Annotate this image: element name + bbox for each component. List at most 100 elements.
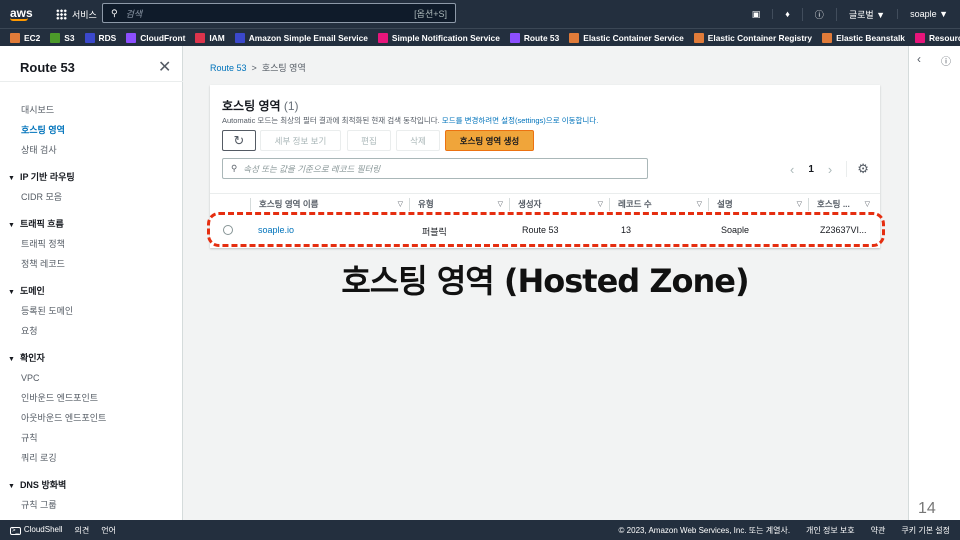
cloudshell-icon: >_: [10, 527, 21, 535]
footer: >_ CloudShell 의견 언어 © 2023, Amazon Web Serv…: [0, 520, 960, 540]
sort-icon[interactable]: ▽: [398, 198, 403, 211]
refresh-button[interactable]: ↻: [222, 130, 256, 151]
favorite-label: Amazon Simple Email Service: [248, 32, 368, 43]
sidebar-section[interactable]: DNS 방화벽: [0, 475, 183, 495]
favorite-item[interactable]: Elastic Beanstalk: [822, 32, 905, 43]
settings-link[interactable]: 모드를 변경하려면 설정(settings)으로 이동합니다.: [442, 116, 598, 125]
favorite-item[interactable]: Resource Groups & Tag Editor: [914, 32, 960, 43]
service-icon: [377, 32, 388, 43]
column-header[interactable]: 생성자 ▽: [509, 198, 609, 211]
favorite-item[interactable]: CloudFront: [126, 32, 186, 43]
highlight-outline: [207, 212, 885, 247]
service-icon: [914, 32, 925, 43]
feedback-link[interactable]: 의견: [75, 525, 90, 536]
favorite-item[interactable]: Route 53: [509, 32, 560, 43]
chevron-left-icon[interactable]: ‹: [917, 52, 921, 66]
breadcrumb-root[interactable]: Route 53: [210, 63, 247, 73]
create-hosted-zone-button[interactable]: 호스팅 영역 생성: [445, 130, 534, 151]
terms-link[interactable]: 약관: [871, 525, 886, 536]
column-header[interactable]: 유형 ▽: [409, 198, 509, 211]
breadcrumb-sep: >: [251, 63, 257, 73]
sort-icon[interactable]: ▽: [498, 198, 503, 211]
sort-icon[interactable]: ▽: [598, 198, 603, 211]
favorite-label: Elastic Container Service: [583, 32, 684, 43]
services-label: 서비스: [72, 9, 97, 20]
column-header[interactable]: 호스팅 영역 이름 ▽: [250, 198, 409, 211]
service-icon: [822, 32, 833, 43]
search-input[interactable]: ⚲ 검색 [옵션+S]: [102, 3, 456, 23]
sidebar-section[interactable]: IP 기반 라우팅: [0, 167, 183, 187]
sidebar-item[interactable]: 등록된 도메인: [0, 301, 183, 321]
close-icon[interactable]: ✕: [158, 57, 171, 77]
view-details-button[interactable]: 세부 정보 보기: [260, 130, 341, 151]
column-header[interactable]: 호스팅 ... ▽: [808, 198, 876, 211]
favorite-item[interactable]: Simple Notification Service: [377, 32, 500, 43]
filter-input[interactable]: ⚲ 속성 또는 값을 기준으로 레코드 필터링: [222, 158, 648, 179]
favorite-label: CloudFront: [140, 32, 186, 43]
sidebar-item[interactable]: 상태 검사: [0, 140, 183, 160]
next-page-icon[interactable]: ›: [828, 162, 832, 177]
sidebar-item[interactable]: 규칙: [0, 428, 183, 448]
service-icon: [50, 32, 61, 43]
sidebar-item[interactable]: 인바운드 엔드포인트: [0, 388, 183, 408]
favorite-label: Simple Notification Service: [391, 32, 500, 43]
cloudshell-icon[interactable]: ▣: [740, 9, 773, 20]
favorite-item[interactable]: Elastic Container Service: [569, 32, 684, 43]
sidebar-item[interactable]: CIDR 모음: [0, 187, 183, 207]
favorite-item[interactable]: S3: [50, 32, 75, 43]
favorite-item[interactable]: EC2: [10, 32, 41, 43]
top-nav: aws 서비스 ⚲ 검색 [옵션+S] ▣ ♦ ⓘ 글로벌 ▼ soaple ▼: [0, 0, 960, 28]
panel-description: Automatic 모드는 최상의 필터 결과에 최적화된 현재 검색 동작입니…: [222, 116, 599, 125]
favorite-item[interactable]: RDS: [84, 32, 117, 43]
user-menu[interactable]: soaple ▼: [897, 9, 960, 19]
column-header[interactable]: 레코드 수 ▽: [609, 198, 708, 211]
current-page[interactable]: 1: [808, 164, 814, 175]
search-placeholder: 검색: [125, 8, 143, 19]
aws-logo[interactable]: aws: [10, 7, 38, 21]
sidebar-item[interactable]: 대시보드: [0, 100, 183, 120]
region-menu[interactable]: 글로벌 ▼: [835, 7, 897, 21]
favorite-label: RDS: [98, 32, 117, 43]
sidebar-item[interactable]: 규칙 그룹: [0, 495, 183, 515]
favorite-label: Route 53: [523, 32, 560, 43]
sidebar-section[interactable]: 트래픽 흐름: [0, 214, 183, 234]
sort-icon[interactable]: ▽: [697, 198, 702, 211]
sort-icon[interactable]: ▽: [865, 198, 870, 211]
delete-button[interactable]: 삭제: [396, 130, 440, 151]
sidebar-item[interactable]: 요청: [0, 321, 183, 341]
favorite-label: EC2: [24, 32, 41, 43]
language-link[interactable]: 언어: [101, 525, 116, 536]
sidebar-item[interactable]: 호스팅 영역: [0, 120, 183, 140]
sidebar-item[interactable]: 쿼리 로깅: [0, 448, 183, 468]
service-icon: [509, 32, 520, 43]
favorites-bar: EC2 S3 RDS CloudFront IAM Amazon Simple Email…: [0, 28, 960, 46]
sidebar-item[interactable]: 아웃바운드 엔드포인트: [0, 408, 183, 428]
service-icon: [10, 32, 20, 43]
favorite-label: Resource Groups & Tag Editor: [928, 32, 960, 43]
help-icon[interactable]: ⓘ: [801, 7, 836, 21]
sort-icon[interactable]: ▽: [797, 198, 802, 211]
gear-icon[interactable]: ⚙: [846, 161, 869, 177]
search-icon: ⚲: [111, 7, 118, 18]
page-number: 14: [918, 500, 936, 517]
breadcrumb: Route 53 > 호스팅 영역: [210, 61, 306, 74]
bell-icon[interactable]: ♦: [772, 9, 802, 19]
sidebar-section[interactable]: 확인자: [0, 348, 183, 368]
cookies-link[interactable]: 쿠키 기본 설정: [901, 525, 950, 536]
filter-placeholder: 속성 또는 값을 기준으로 레코드 필터링: [243, 163, 381, 174]
service-icon: [234, 32, 245, 43]
favorite-label: IAM: [209, 32, 225, 43]
favorite-item[interactable]: IAM: [195, 32, 225, 43]
sidebar-item[interactable]: 트래픽 정책: [0, 234, 183, 254]
sidebar-item[interactable]: VPC: [0, 368, 183, 388]
privacy-link[interactable]: 개인 정보 보호: [806, 525, 855, 536]
info-icon[interactable]: ⓘ: [941, 53, 951, 68]
prev-page-icon[interactable]: ‹: [790, 162, 794, 177]
services-menu[interactable]: 서비스: [56, 8, 97, 21]
column-header[interactable]: 설명 ▽: [708, 198, 808, 211]
table-header: 호스팅 영역 이름 ▽ 유형 ▽ 생성자 ▽ 레코드 수 ▽ 설명 ▽ 호스팅 ... ▽: [210, 193, 880, 213]
favorite-item[interactable]: Elastic Container Registry: [693, 32, 812, 43]
edit-button[interactable]: 편집: [347, 130, 391, 151]
cloudshell-button[interactable]: >_ CloudShell: [10, 525, 63, 535]
favorite-item[interactable]: Amazon Simple Email Service: [234, 32, 368, 43]
